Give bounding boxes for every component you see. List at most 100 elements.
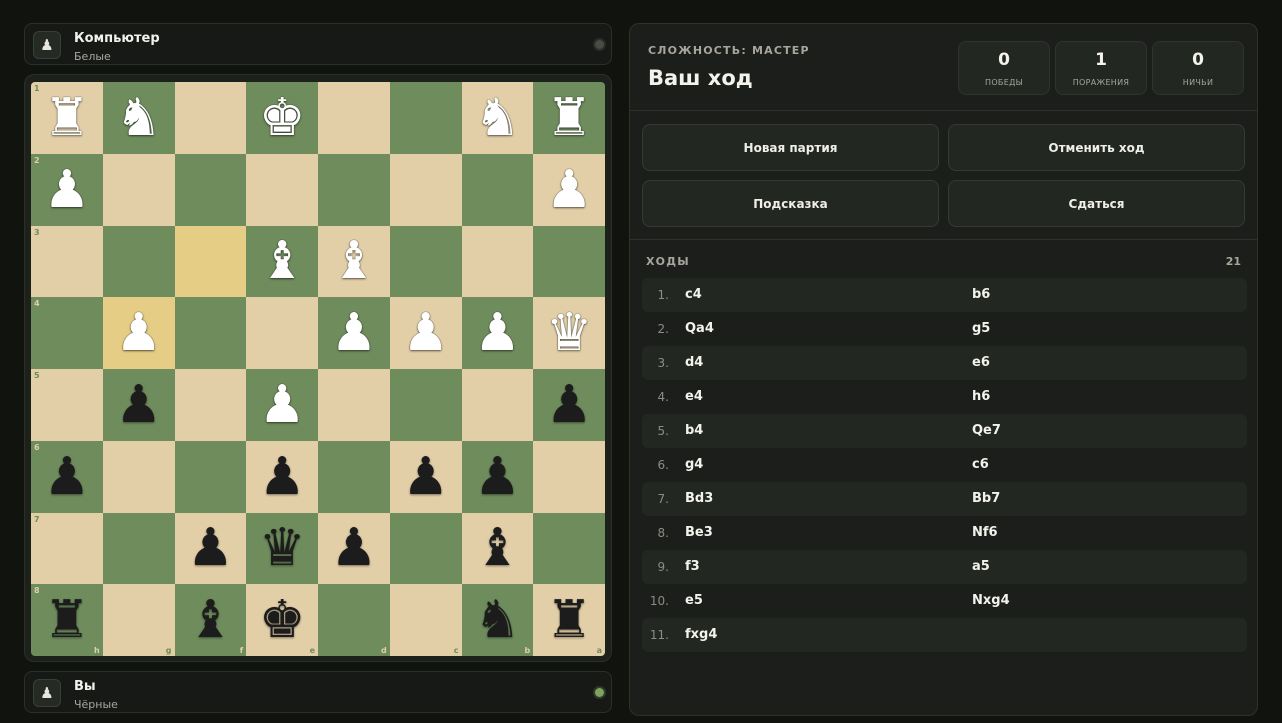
board-square[interactable] <box>389 225 462 298</box>
white-pawn-icon[interactable]: ♟ <box>331 307 378 359</box>
board-square[interactable]: ♟ <box>246 369 318 441</box>
board-square[interactable]: ♝ <box>461 512 534 585</box>
board-square[interactable] <box>461 153 534 226</box>
black-move[interactable]: Bb7 <box>972 491 1000 506</box>
black-move[interactable]: b6 <box>972 287 990 302</box>
board-square[interactable]: ♝ <box>246 225 318 298</box>
new-game-button[interactable]: Новая партия <box>642 124 939 171</box>
black-move[interactable]: Nf6 <box>972 525 998 540</box>
white-move[interactable]: e4 <box>685 389 703 404</box>
board-square[interactable] <box>174 440 247 513</box>
white-move[interactable]: Bd3 <box>685 491 713 506</box>
black-move[interactable]: g5 <box>972 321 990 336</box>
white-move[interactable]: f3 <box>685 559 700 574</box>
black-pawn-icon[interactable]: ♟ <box>402 451 449 503</box>
board-square[interactable]: ♟ <box>533 369 605 441</box>
black-bishop-icon[interactable]: ♝ <box>474 522 521 574</box>
board-square[interactable]: b ♞ <box>461 584 534 656</box>
white-move[interactable]: fxg4 <box>685 627 717 642</box>
board-square[interactable]: ♟ <box>174 512 247 585</box>
board-square[interactable]: ♟ <box>318 297 390 369</box>
board-square[interactable] <box>461 225 534 298</box>
white-bishop-icon[interactable]: ♝ <box>259 235 306 287</box>
resign-button[interactable]: Сдаться <box>948 180 1245 227</box>
black-knight-icon[interactable]: ♞ <box>474 594 521 646</box>
board-square[interactable]: ♟ <box>102 369 175 441</box>
white-pawn-icon[interactable]: ♟ <box>44 164 91 216</box>
board-square[interactable]: ♟ <box>246 440 318 513</box>
board-square[interactable]: ♛ <box>533 297 605 369</box>
board-square[interactable] <box>318 440 390 513</box>
black-pawn-icon[interactable]: ♟ <box>331 522 378 574</box>
board-square[interactable]: 4 <box>31 297 103 369</box>
board-square[interactable] <box>102 512 175 585</box>
board-square[interactable] <box>318 82 390 154</box>
board-square[interactable] <box>533 440 605 513</box>
board-square[interactable] <box>389 153 462 226</box>
board-square[interactable] <box>102 225 175 298</box>
board-square[interactable]: ♟ <box>102 297 175 369</box>
board-square[interactable]: ♚ <box>246 82 318 154</box>
black-queen-icon[interactable]: ♛ <box>259 522 306 574</box>
board-square[interactable] <box>389 512 462 585</box>
board-square[interactable]: c <box>389 584 462 656</box>
board-square[interactable]: 7 <box>31 512 103 585</box>
board-square[interactable]: g <box>102 584 175 656</box>
board-square[interactable]: ♞ <box>461 82 534 154</box>
board-square[interactable] <box>461 369 534 441</box>
board-square[interactable] <box>174 297 247 369</box>
board-square[interactable] <box>174 153 247 226</box>
black-move[interactable]: h6 <box>972 389 990 404</box>
white-bishop-icon[interactable]: ♝ <box>331 235 378 287</box>
board-square[interactable]: ♞ <box>102 82 175 154</box>
black-rook-icon[interactable]: ♜ <box>546 594 593 646</box>
board-square[interactable]: ♛ <box>246 512 318 585</box>
board-square[interactable] <box>102 440 175 513</box>
white-move[interactable]: Be3 <box>685 525 713 540</box>
white-move[interactable]: g4 <box>685 457 703 472</box>
white-pawn-icon[interactable]: ♟ <box>259 379 306 431</box>
board-square[interactable]: ♜ <box>533 82 605 154</box>
board-square[interactable] <box>318 153 390 226</box>
black-bishop-icon[interactable]: ♝ <box>187 594 234 646</box>
board-square[interactable]: ♟ <box>461 297 534 369</box>
white-king-icon[interactable]: ♚ <box>259 92 306 144</box>
board-square[interactable] <box>246 297 318 369</box>
board-square[interactable]: d <box>318 584 390 656</box>
black-rook-icon[interactable]: ♜ <box>44 594 91 646</box>
black-pawn-icon[interactable]: ♟ <box>546 379 593 431</box>
board-square[interactable]: f ♝ <box>174 584 247 656</box>
black-king-icon[interactable]: ♚ <box>259 594 306 646</box>
black-pawn-icon[interactable]: ♟ <box>259 451 306 503</box>
board-square[interactable]: e ♚ <box>246 584 318 656</box>
black-move[interactable]: Qe7 <box>972 423 1001 438</box>
board-square[interactable] <box>389 82 462 154</box>
board-square[interactable]: 5 <box>31 369 103 441</box>
white-move[interactable]: d4 <box>685 355 703 370</box>
board-square[interactable] <box>174 369 247 441</box>
white-move[interactable]: c4 <box>685 287 702 302</box>
board-square[interactable]: ♟ <box>389 297 462 369</box>
board-square[interactable] <box>533 225 605 298</box>
board-square[interactable] <box>174 225 247 298</box>
white-pawn-icon[interactable]: ♟ <box>402 307 449 359</box>
board-square[interactable]: ♟ <box>389 440 462 513</box>
board-square[interactable] <box>174 82 247 154</box>
board-square[interactable]: ♟ <box>318 512 390 585</box>
board-square[interactable]: ♝ <box>318 225 390 298</box>
board-square[interactable]: ♟ <box>533 153 605 226</box>
white-knight-icon[interactable]: ♞ <box>115 92 162 144</box>
black-move[interactable]: c6 <box>972 457 989 472</box>
white-pawn-icon[interactable]: ♟ <box>474 307 521 359</box>
board-square[interactable]: a ♜ <box>533 584 605 656</box>
board-square[interactable] <box>102 153 175 226</box>
board-square[interactable]: 6 ♟ <box>31 440 103 513</box>
board-square[interactable] <box>389 369 462 441</box>
undo-move-button[interactable]: Отменить ход <box>948 124 1245 171</box>
black-pawn-icon[interactable]: ♟ <box>44 451 91 503</box>
white-pawn-icon[interactable]: ♟ <box>546 164 593 216</box>
black-pawn-icon[interactable]: ♟ <box>187 522 234 574</box>
board-square[interactable]: 1 ♜ <box>31 82 103 154</box>
black-pawn-icon[interactable]: ♟ <box>115 379 162 431</box>
board-square[interactable]: ♟ <box>461 440 534 513</box>
